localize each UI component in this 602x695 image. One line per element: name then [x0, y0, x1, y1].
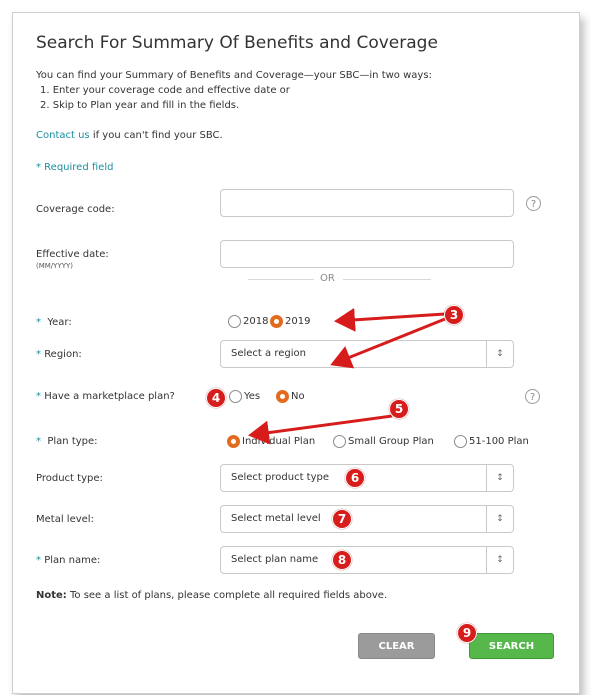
- plan-type-small-group-radio[interactable]: [333, 435, 346, 448]
- or-divider-left: [248, 279, 314, 280]
- contact-rest-text: if you can't find your SBC.: [89, 130, 223, 141]
- clear-button[interactable]: CLEAR: [358, 633, 435, 659]
- product-type-select[interactable]: Select product type ↕: [220, 464, 514, 492]
- plan-type-individual-radio[interactable]: [227, 435, 240, 448]
- plan-type-51-100-label: 51-100 Plan: [469, 436, 529, 447]
- marketplace-label: * Have a marketplace plan?: [36, 391, 175, 402]
- select-arrows-icon: ↕: [486, 506, 513, 532]
- year-2019-label: 2019: [285, 316, 311, 327]
- intro-text: You can find your Summary of Benefits an…: [36, 70, 432, 81]
- plan-type-label: * Plan type:: [36, 436, 98, 447]
- select-arrows-icon: ↕: [486, 341, 513, 367]
- callout-8-badge: 8: [332, 550, 352, 570]
- year-2019-radio[interactable]: [270, 315, 283, 328]
- plan-name-label: * Plan name:: [36, 555, 101, 566]
- step-1-text: 1. Enter your coverage code and effectiv…: [40, 85, 290, 96]
- plan-type-individual-label: Individual Plan: [242, 436, 316, 447]
- effective-date-hint: (MM/YYYY): [36, 262, 74, 270]
- year-label: * Year:: [36, 317, 72, 328]
- required-field-note: * Required field: [36, 162, 114, 173]
- required-fields-note: Note: To see a list of plans, please com…: [36, 590, 387, 601]
- metal-level-label: Metal level:: [36, 514, 94, 525]
- coverage-code-input[interactable]: [220, 189, 514, 217]
- callout-7-badge: 7: [332, 509, 352, 529]
- note-text: To see a list of plans, please complete …: [66, 590, 388, 601]
- metal-level-select-value: Select metal level: [231, 513, 321, 524]
- plan-name-label-text: Plan name:: [44, 555, 101, 566]
- region-select[interactable]: Select a region ↕: [220, 340, 514, 368]
- step-2-text: 2. Skip to Plan year and fill in the fie…: [40, 100, 240, 111]
- coverage-code-label: Coverage code:: [36, 204, 115, 215]
- coverage-code-help-icon[interactable]: ?: [526, 196, 541, 211]
- search-button[interactable]: SEARCH: [469, 633, 554, 659]
- region-select-value: Select a region: [231, 348, 306, 359]
- year-2018-label: 2018: [243, 316, 269, 327]
- sbc-search-card: Search For Summary Of Benefits and Cover…: [12, 12, 580, 694]
- product-type-label: Product type:: [36, 473, 103, 484]
- metal-level-select[interactable]: Select metal level ↕: [220, 505, 514, 533]
- plan-type-51-100-radio[interactable]: [454, 435, 467, 448]
- marketplace-label-text: Have a marketplace plan?: [44, 391, 175, 402]
- note-bold: Note:: [36, 590, 67, 601]
- marketplace-no-radio[interactable]: [276, 390, 289, 403]
- callout-3-badge: 3: [444, 305, 464, 325]
- marketplace-help-icon[interactable]: ?: [525, 389, 540, 404]
- year-2018-radio[interactable]: [228, 315, 241, 328]
- or-text: OR: [320, 273, 335, 284]
- callout-5-badge: 5: [389, 399, 409, 419]
- marketplace-yes-label: Yes: [244, 391, 261, 402]
- plan-type-label-text: Plan type:: [47, 436, 98, 447]
- callout-4-badge: 4: [206, 388, 226, 408]
- plan-type-small-group-label: Small Group Plan: [348, 436, 434, 447]
- callout-9-badge: 9: [457, 623, 477, 643]
- arrow-to-plan-type: [248, 414, 393, 445]
- region-label-text: Region:: [44, 349, 82, 360]
- or-divider-right: [343, 279, 431, 280]
- arrow-to-year: [334, 307, 446, 332]
- contact-us-link[interactable]: Contact us: [36, 130, 90, 141]
- plan-name-select-value: Select plan name: [231, 554, 319, 565]
- page-title: Search For Summary Of Benefits and Cover…: [36, 33, 438, 53]
- marketplace-yes-radio[interactable]: [229, 390, 242, 403]
- product-type-select-value: Select product type: [231, 472, 330, 483]
- effective-date-label: Effective date:: [36, 249, 109, 260]
- year-label-text: Year:: [47, 317, 72, 328]
- select-arrows-icon: ↕: [486, 465, 513, 491]
- region-label: * Region:: [36, 349, 82, 360]
- contact-line: Contact us if you can't find your SBC.: [36, 130, 223, 141]
- plan-name-select[interactable]: Select plan name ↕: [220, 546, 514, 574]
- select-arrows-icon: ↕: [486, 547, 513, 573]
- effective-date-input[interactable]: [220, 240, 514, 268]
- callout-6-badge: 6: [345, 468, 365, 488]
- marketplace-no-label: No: [291, 391, 305, 402]
